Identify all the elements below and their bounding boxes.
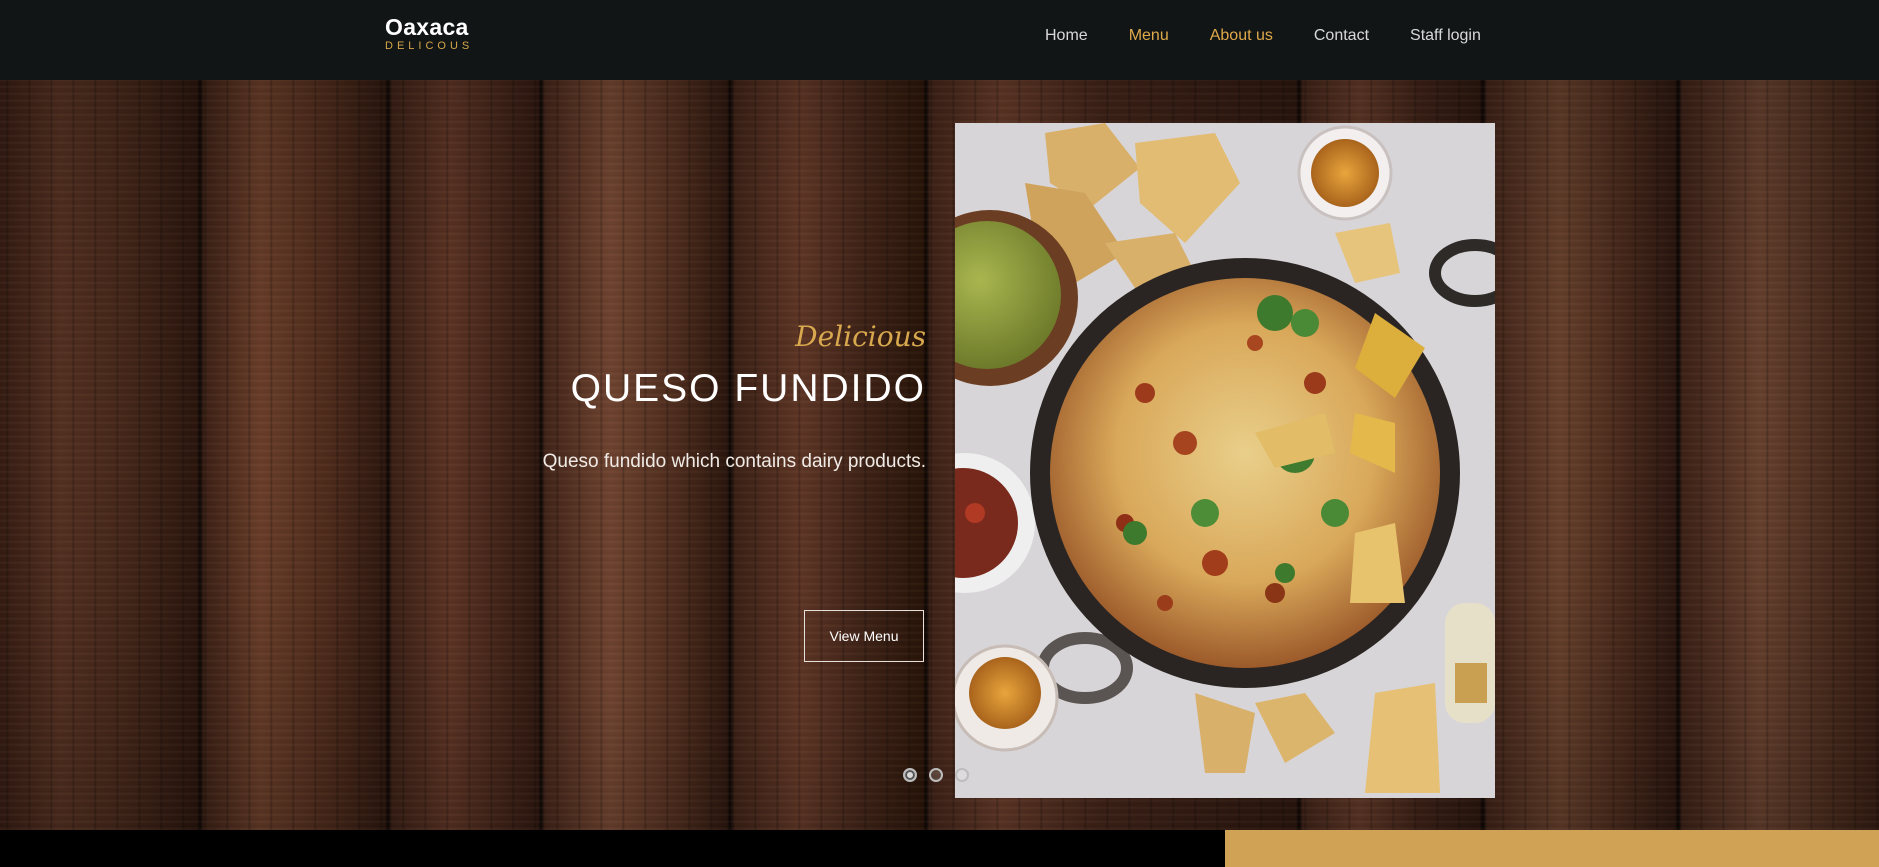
navbar: Oaxaca DELICOUS Home Menu About us Conta…	[0, 0, 1879, 80]
view-menu-button[interactable]: View Menu	[804, 610, 924, 662]
brand-subtitle: DELICOUS	[385, 40, 474, 52]
footer-strip-dark	[0, 830, 1225, 867]
nav-link-about-us[interactable]: About us	[1210, 26, 1273, 46]
brand-logo[interactable]: Oaxaca DELICOUS	[385, 14, 474, 53]
nav-link-staff-login[interactable]: Staff login	[1410, 26, 1481, 46]
nav-link-home[interactable]: Home	[1045, 26, 1088, 46]
carousel-indicators	[903, 768, 981, 782]
slide-dot-icon[interactable]	[955, 768, 969, 782]
slide-dot-icon[interactable]	[903, 768, 917, 782]
hero-caption: Delicious QUESO FUNDIDO Queso fundido wh…	[406, 320, 926, 474]
nav-link-menu[interactable]: Menu	[1129, 26, 1169, 46]
wood-background	[0, 80, 1879, 830]
queso-fundido-photo	[955, 123, 1495, 798]
hero-carousel: Delicious QUESO FUNDIDO Queso fundido wh…	[0, 80, 1879, 830]
hero-description: Queso fundido which contains dairy produ…	[542, 451, 926, 472]
hero-title: QUESO FUNDIDO	[570, 367, 926, 410]
hero-tagline: Delicious	[795, 320, 926, 353]
nav-link-contact[interactable]: Contact	[1314, 26, 1369, 46]
brand-name: Oaxaca	[385, 14, 469, 40]
main-nav: Home Menu About us Contact Staff login	[1045, 26, 1522, 46]
slide-dot-icon[interactable]	[929, 768, 943, 782]
hero-food-image	[955, 123, 1495, 798]
footer-strip-accent	[1225, 830, 1879, 867]
